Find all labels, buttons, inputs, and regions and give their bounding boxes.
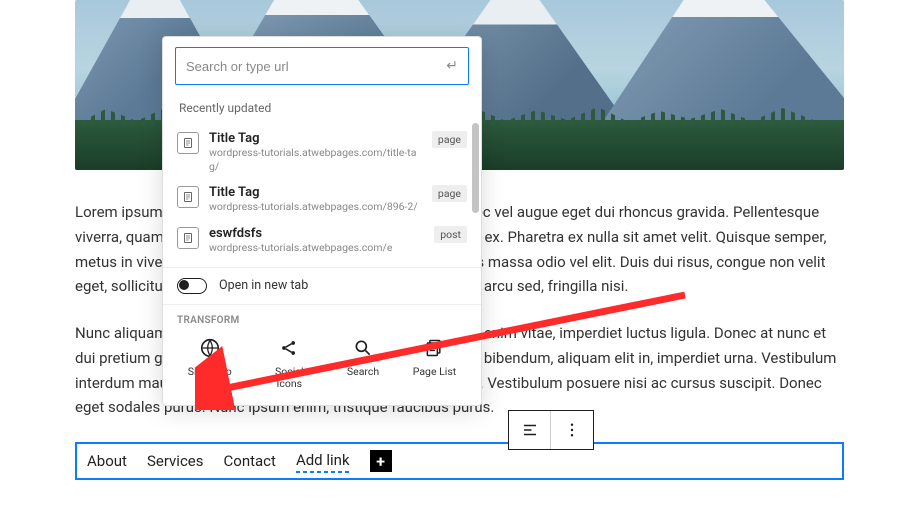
- search-icon: [351, 336, 375, 360]
- page-icon: [177, 132, 199, 154]
- search-result[interactable]: eswfdsfs wordpress-tutorials.atwebpages.…: [175, 220, 469, 261]
- nav-item-services[interactable]: Services: [147, 452, 204, 470]
- results-scrollbar[interactable]: [472, 123, 479, 213]
- result-url: wordpress-tutorials.atwebpages.com/e: [209, 241, 424, 255]
- link-search-input[interactable]: [186, 59, 446, 74]
- result-type-badge: post: [434, 226, 467, 243]
- post-icon: [177, 227, 199, 249]
- recent-heading: Recently updated: [175, 93, 469, 125]
- transform-social-icons[interactable]: Social Icons: [265, 336, 313, 391]
- search-result[interactable]: Title Tag wordpress-tutorials.atwebpages…: [175, 179, 469, 220]
- more-options-button[interactable]: [551, 411, 593, 449]
- result-title: Title Tag: [209, 185, 422, 200]
- link-search-box[interactable]: ↵: [175, 47, 469, 85]
- transform-page-list[interactable]: Page List: [413, 336, 456, 391]
- link-popover: ↵ Recently updated Title Tag wordpress-t…: [162, 36, 482, 406]
- justify-button[interactable]: [509, 411, 551, 449]
- result-title: Title Tag: [209, 131, 422, 146]
- add-block-button[interactable]: +: [370, 450, 392, 472]
- result-type-badge: page: [432, 185, 467, 202]
- result-title: eswfdsfs: [209, 226, 424, 241]
- block-toolbar: [508, 410, 594, 450]
- more-icon: [563, 421, 581, 439]
- site-logo-icon: [198, 336, 222, 360]
- navigation-block[interactable]: About Services Contact Add link +: [75, 442, 844, 480]
- open-new-tab-toggle[interactable]: [177, 278, 207, 294]
- page-icon: [177, 186, 199, 208]
- result-type-badge: page: [432, 131, 467, 148]
- result-url: wordpress-tutorials.atwebpages.com/title…: [209, 146, 422, 173]
- open-new-tab-label: Open in new tab: [219, 278, 308, 293]
- transform-site-logo[interactable]: Site Logo: [188, 336, 232, 391]
- share-icon: [277, 336, 301, 360]
- nav-item-contact[interactable]: Contact: [224, 452, 276, 470]
- page-list-icon: [422, 336, 446, 360]
- submit-icon[interactable]: ↵: [446, 58, 458, 74]
- search-result[interactable]: Title Tag wordpress-tutorials.atwebpages…: [175, 125, 469, 179]
- justify-icon: [521, 421, 539, 439]
- transform-heading: TRANSFORM: [163, 305, 481, 330]
- nav-add-link[interactable]: Add link: [296, 451, 350, 471]
- result-url: wordpress-tutorials.atwebpages.com/896-2…: [209, 200, 422, 214]
- nav-item-about[interactable]: About: [87, 452, 127, 470]
- transform-search[interactable]: Search: [347, 336, 379, 391]
